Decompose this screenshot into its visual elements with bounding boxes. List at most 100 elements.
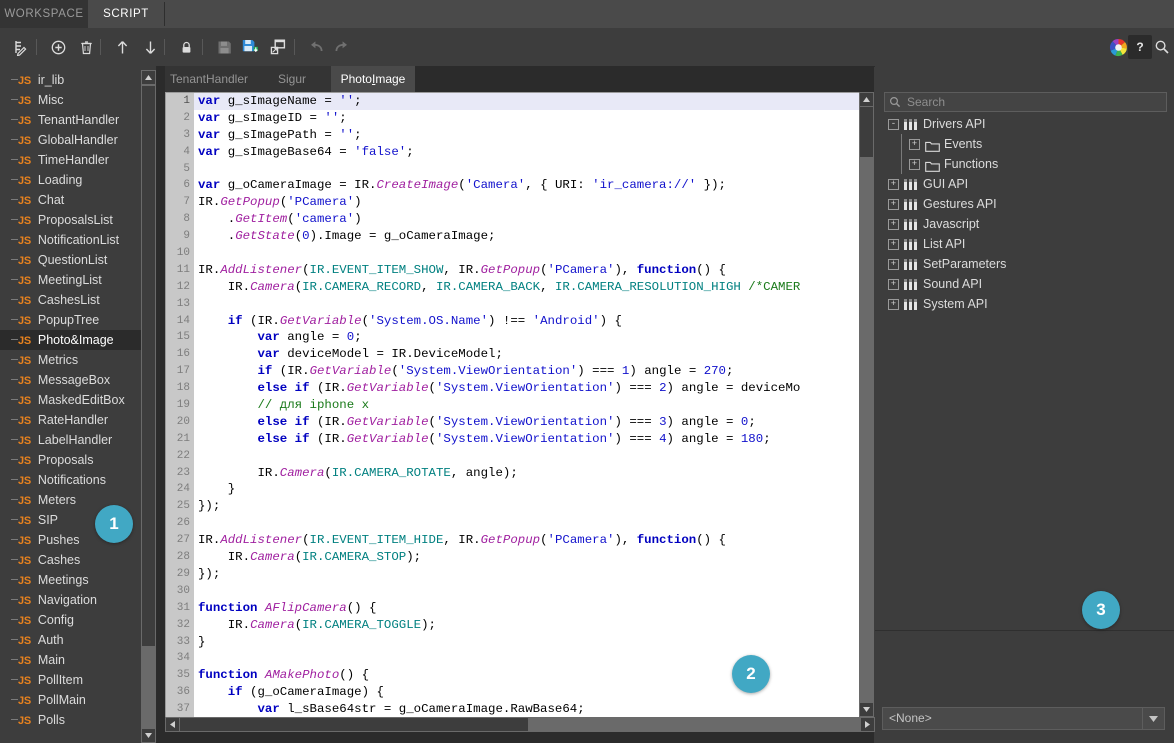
- script-file-item[interactable]: JSConfig: [0, 610, 141, 630]
- help-icon[interactable]: ?: [1128, 35, 1152, 59]
- code-line[interactable]: [194, 161, 860, 178]
- delete-icon[interactable]: [74, 35, 98, 59]
- script-file-item[interactable]: JSRateHandler: [0, 410, 141, 430]
- api-tree-row[interactable]: +Functions: [884, 154, 1165, 174]
- expand-icon[interactable]: +: [909, 139, 920, 150]
- save-all-icon[interactable]: [238, 35, 262, 59]
- move-down-icon[interactable]: [138, 35, 162, 59]
- expand-icon[interactable]: +: [888, 179, 899, 190]
- script-file-item[interactable]: JSPolls: [0, 710, 141, 730]
- code-line[interactable]: IR.AddListener(IR.EVENT_ITEM_SHOW, IR.Ge…: [194, 262, 860, 279]
- script-file-item[interactable]: JSMain: [0, 650, 141, 670]
- editor-tab[interactable]: PhotoImage: [331, 66, 415, 92]
- script-file-item[interactable]: JSLoading: [0, 170, 141, 190]
- code-line[interactable]: var g_sImageID = '';: [194, 110, 860, 127]
- code-line[interactable]: [194, 583, 860, 600]
- editor-horizontal-scrollbar[interactable]: [165, 717, 875, 732]
- code-line[interactable]: function AFlipCamera() {: [194, 600, 860, 617]
- expand-icon[interactable]: +: [888, 199, 899, 210]
- api-search-input[interactable]: Search: [884, 92, 1167, 112]
- code-text-area[interactable]: var g_sImageName = '';var g_sImageID = '…: [194, 93, 860, 718]
- script-file-item[interactable]: JSQuestionList: [0, 250, 141, 270]
- script-file-item[interactable]: JSPopupTree: [0, 310, 141, 330]
- chevron-down-icon[interactable]: [1142, 708, 1164, 729]
- code-line[interactable]: else if (IR.GetVariable('System.ViewOrie…: [194, 414, 860, 431]
- code-area-wrapper[interactable]: 1234567891011121314151617181920212223242…: [165, 92, 861, 719]
- code-line[interactable]: IR.GetPopup('PCamera'): [194, 194, 860, 211]
- api-tree-row[interactable]: +System API: [884, 294, 1165, 314]
- script-file-item[interactable]: JSTenantHandler: [0, 110, 141, 130]
- editor-scroll-right-button[interactable]: [861, 718, 874, 731]
- editor-scroll-up-button[interactable]: [860, 93, 873, 106]
- export-icon[interactable]: [266, 35, 290, 59]
- code-line[interactable]: var deviceModel = IR.DeviceModel;: [194, 346, 860, 363]
- left-panel-scrollbar[interactable]: [141, 70, 156, 743]
- collapse-icon[interactable]: -: [888, 119, 899, 130]
- code-line[interactable]: [194, 245, 860, 262]
- code-line[interactable]: .GetItem('camera'): [194, 211, 860, 228]
- code-line[interactable]: var l_sBase64str = g_oCameraImage.RawBas…: [194, 701, 860, 718]
- move-up-icon[interactable]: [110, 35, 134, 59]
- editor-scroll-left-button[interactable]: [166, 718, 179, 731]
- script-file-item[interactable]: JSCashes: [0, 550, 141, 570]
- script-file-item[interactable]: JSChat: [0, 190, 141, 210]
- code-line[interactable]: [194, 448, 860, 465]
- search-icon[interactable]: [1150, 35, 1174, 59]
- script-file-item[interactable]: JSPollItem: [0, 670, 141, 690]
- code-line[interactable]: IR.AddListener(IR.EVENT_ITEM_HIDE, IR.Ge…: [194, 532, 860, 549]
- tab-script[interactable]: SCRIPT: [88, 0, 164, 28]
- script-file-item[interactable]: JSMessageBox: [0, 370, 141, 390]
- expand-icon[interactable]: +: [909, 159, 920, 170]
- code-line[interactable]: IR.Camera(IR.CAMERA_TOGGLE);: [194, 617, 860, 634]
- code-line[interactable]: var g_sImageName = '';: [194, 93, 860, 110]
- expand-icon[interactable]: +: [888, 219, 899, 230]
- scroll-up-button[interactable]: [142, 71, 155, 84]
- code-line[interactable]: IR.Camera(IR.CAMERA_STOP);: [194, 549, 860, 566]
- code-line[interactable]: var g_sImagePath = '';: [194, 127, 860, 144]
- script-file-item[interactable]: JSMaskedEditBox: [0, 390, 141, 410]
- code-line[interactable]: IR.Camera(IR.CAMERA_RECORD, IR.CAMERA_BA…: [194, 279, 860, 296]
- script-file-item[interactable]: JSMeetingList: [0, 270, 141, 290]
- expand-icon[interactable]: +: [888, 259, 899, 270]
- tab-workspace[interactable]: WORKSPACE: [0, 0, 88, 28]
- editor-scroll-down-button[interactable]: [860, 703, 873, 716]
- editor-vertical-scrollbar[interactable]: [859, 92, 874, 717]
- code-line[interactable]: [194, 515, 860, 532]
- expand-icon[interactable]: +: [888, 239, 899, 250]
- api-tree-row[interactable]: +List API: [884, 234, 1165, 254]
- expand-icon[interactable]: +: [888, 299, 899, 310]
- script-file-item[interactable]: JSProposals: [0, 450, 141, 470]
- left-scroll-thumb[interactable]: [142, 86, 155, 646]
- editor-hscroll-thumb[interactable]: [180, 718, 528, 731]
- api-tree-row[interactable]: +Javascript: [884, 214, 1165, 234]
- script-file-item[interactable]: JSPollMain: [0, 690, 141, 710]
- scroll-down-button[interactable]: [142, 729, 155, 742]
- code-line[interactable]: }: [194, 634, 860, 651]
- api-tree-row[interactable]: +Sound API: [884, 274, 1165, 294]
- api-tree-row[interactable]: +Gestures API: [884, 194, 1165, 214]
- code-line[interactable]: else if (IR.GetVariable('System.ViewOrie…: [194, 431, 860, 448]
- code-line[interactable]: if (IR.GetVariable('System.OS.Name') !==…: [194, 313, 860, 330]
- save-icon[interactable]: [212, 35, 236, 59]
- api-tree-row[interactable]: -Drivers API: [884, 114, 1165, 134]
- api-tree-row[interactable]: +SetParameters: [884, 254, 1165, 274]
- api-tree-row[interactable]: +Events: [884, 134, 1165, 154]
- add-icon[interactable]: [46, 35, 70, 59]
- script-file-item[interactable]: JSPhoto&Image: [0, 330, 141, 350]
- script-file-item[interactable]: JSGlobalHandler: [0, 130, 141, 150]
- undo-icon[interactable]: [304, 35, 328, 59]
- code-line[interactable]: });: [194, 498, 860, 515]
- code-line[interactable]: var angle = 0;: [194, 329, 860, 346]
- script-file-item[interactable]: JSCashesList: [0, 290, 141, 310]
- code-line[interactable]: });: [194, 566, 860, 583]
- color-wheel-icon[interactable]: [1106, 35, 1130, 59]
- code-line[interactable]: var g_oCameraImage = IR.CreateImage('Cam…: [194, 177, 860, 194]
- code-line[interactable]: IR.Camera(IR.CAMERA_ROTATE, angle);: [194, 465, 860, 482]
- script-file-item[interactable]: JSir_lib: [0, 70, 141, 90]
- script-file-item[interactable]: JSMeetings: [0, 570, 141, 590]
- code-line[interactable]: if (IR.GetVariable('System.ViewOrientati…: [194, 363, 860, 380]
- script-file-item[interactable]: JSAuth: [0, 630, 141, 650]
- script-file-item[interactable]: JSMisc: [0, 90, 141, 110]
- script-file-item[interactable]: JSNavigation: [0, 590, 141, 610]
- code-line[interactable]: else if (IR.GetVariable('System.ViewOrie…: [194, 380, 860, 397]
